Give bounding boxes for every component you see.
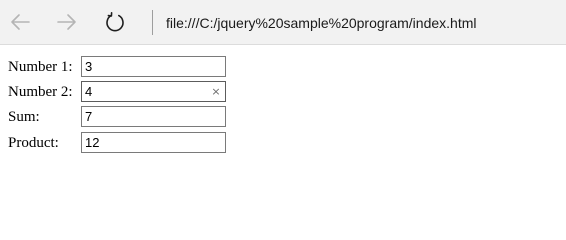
clear-icon[interactable]: ×	[208, 82, 224, 101]
refresh-icon	[106, 12, 124, 32]
arrow-left-icon	[11, 14, 30, 30]
sum-label: Sum:	[8, 109, 40, 125]
number-1-row: Number 1:	[0, 56, 300, 78]
toolbar-separator	[152, 10, 153, 35]
sum-row: Sum:	[0, 106, 300, 128]
product-row: Product:	[0, 132, 300, 154]
number-1-label: Number 1:	[8, 59, 73, 75]
page-content: Number 1: Number 2: × Sum: Product:	[0, 45, 566, 213]
number-1-input[interactable]	[81, 56, 226, 77]
back-button[interactable]	[3, 6, 37, 38]
number-2-label: Number 2:	[8, 84, 73, 100]
number-2-row: Number 2: ×	[0, 81, 300, 103]
product-input[interactable]	[81, 132, 226, 153]
refresh-button[interactable]	[98, 6, 132, 38]
browser-toolbar: file:///C:/jquery%20sample%20program/ind…	[0, 0, 566, 45]
number-2-input[interactable]	[81, 81, 226, 102]
arrow-right-icon	[57, 14, 76, 30]
address-bar[interactable]: file:///C:/jquery%20sample%20program/ind…	[166, 13, 476, 33]
forward-button[interactable]	[50, 6, 84, 38]
sum-input[interactable]	[81, 106, 226, 127]
product-label: Product:	[8, 135, 59, 151]
